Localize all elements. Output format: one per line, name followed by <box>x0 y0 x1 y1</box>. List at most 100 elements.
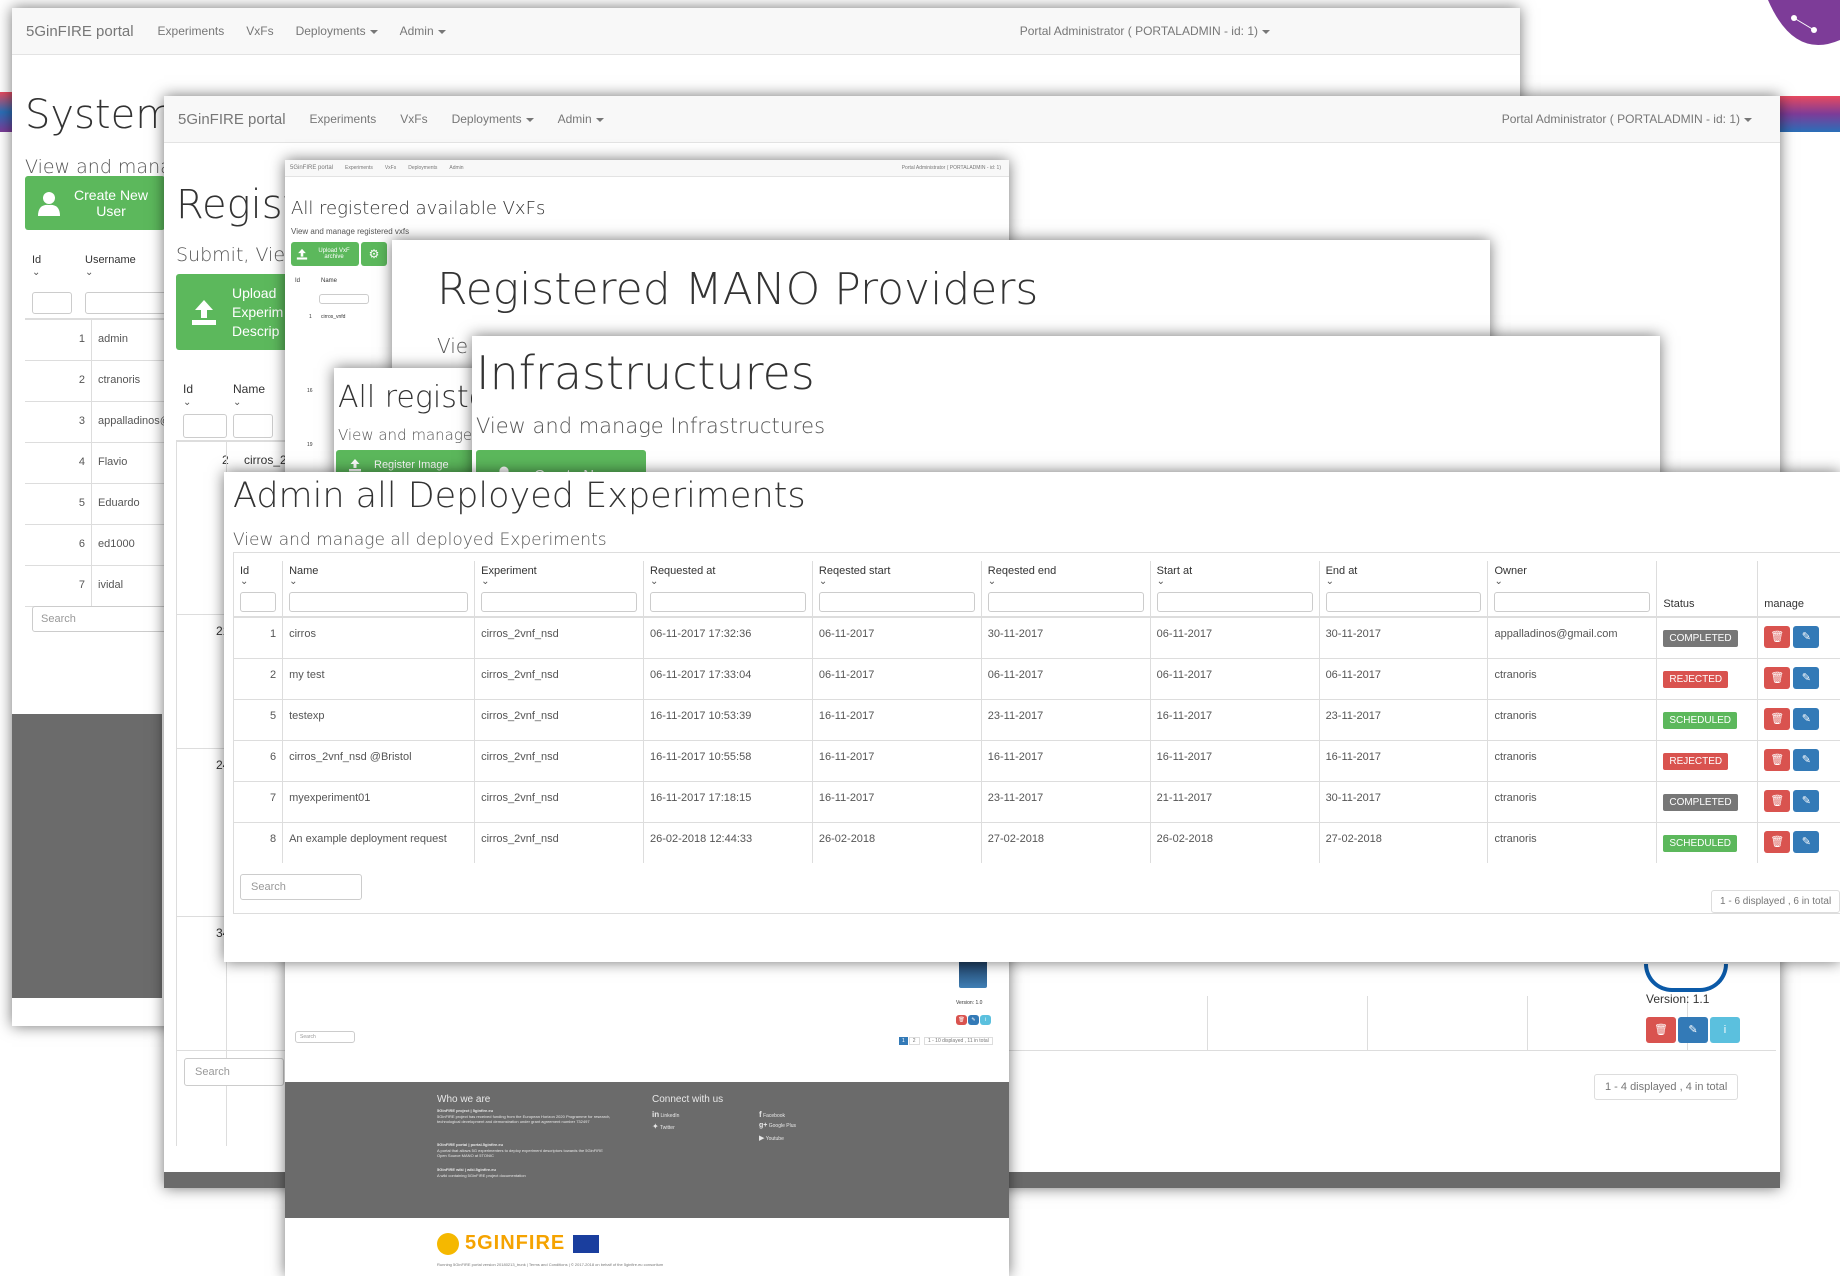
delete-button[interactable]: 🗑 <box>1764 789 1791 812</box>
filter-username-input[interactable] <box>85 292 175 314</box>
sort-chevron-icon[interactable]: ⌄ <box>1157 577 1313 587</box>
delete-button[interactable]: 🗑 <box>1764 707 1791 730</box>
table-row[interactable]: 3 appalladinos@g <box>25 402 177 443</box>
delete-button[interactable]: 🗑 <box>1646 1017 1676 1043</box>
upload-vxf-button[interactable]: Upload VxF archive <box>291 242 359 266</box>
googleplus-link[interactable]: g+ Google Plus <box>759 1122 796 1129</box>
sort-chevron-icon[interactable]: ⌄ <box>1326 577 1482 587</box>
column-filter-input[interactable] <box>987 592 1144 612</box>
sort-chevron-icon[interactable]: ⌄ <box>988 577 1144 587</box>
users-search-input[interactable]: Search <box>32 606 172 632</box>
vxf-search-input[interactable]: Search <box>295 1031 355 1043</box>
user-menu[interactable]: Portal Administrator ( PORTALADMIN - id:… <box>1020 24 1270 38</box>
table-row[interactable]: 7 ividal <box>25 566 175 607</box>
search-placeholder: Search <box>300 1034 316 1040</box>
table-row[interactable]: 1 admin <box>25 320 175 361</box>
column-filter-input[interactable] <box>1325 592 1482 612</box>
info-button[interactable]: i <box>980 1015 991 1025</box>
cell-status: REJECTED <box>1656 657 1759 699</box>
nav-admin[interactable]: Admin <box>449 165 463 171</box>
edit-button[interactable]: ✎ <box>1793 626 1820 648</box>
user-menu[interactable]: Portal Administrator ( PORTALADMIN - id:… <box>902 165 1001 171</box>
edit-button[interactable]: ✎ <box>1793 666 1820 689</box>
column-filter-input[interactable] <box>481 592 637 612</box>
column-filter-input[interactable] <box>650 592 806 612</box>
nav-experiments[interactable]: Experiments <box>345 165 373 171</box>
sort-chevron-icon[interactable]: ⌄ <box>85 268 93 278</box>
brand-link[interactable]: 5GinFIRE portal <box>178 111 286 128</box>
page-title: Regist <box>176 182 299 228</box>
page-1[interactable]: 1 <box>899 1037 908 1045</box>
sort-chevron-icon[interactable]: ⌄ <box>240 577 276 587</box>
nav-vxfs[interactable]: VxFs <box>400 112 427 126</box>
nav-admin[interactable]: Admin <box>558 112 604 126</box>
edit-button[interactable]: ✎ <box>1793 830 1820 853</box>
edit-button[interactable]: ✎ <box>1793 748 1820 771</box>
table-row[interactable]: 6 ed1000 <box>25 525 175 566</box>
column-filter-input[interactable] <box>1494 592 1651 612</box>
column-filter-input[interactable] <box>818 592 975 612</box>
nav-vxfs[interactable]: VxFs <box>246 24 273 38</box>
nav-deployments[interactable]: Deployments <box>408 165 437 171</box>
filter-id-input[interactable] <box>32 292 72 314</box>
filter-id-input[interactable] <box>183 414 227 438</box>
sort-chevron-icon[interactable]: ⌄ <box>819 577 975 587</box>
brand-link[interactable]: 5GinFIRE portal <box>26 23 134 40</box>
deployed-search-input[interactable]: Search <box>240 874 362 900</box>
delete-button[interactable]: 🗑 <box>1764 830 1791 853</box>
column-filter-input[interactable] <box>1156 592 1313 612</box>
table-row[interactable]: 2 ctranoris <box>25 361 175 402</box>
edit-button[interactable]: ✎ <box>1793 707 1820 730</box>
sort-chevron-icon[interactable]: ⌄ <box>481 577 637 587</box>
nav-admin[interactable]: Admin <box>400 24 446 38</box>
page-2[interactable]: 2 <box>908 1037 920 1045</box>
delete-button[interactable]: 🗑 <box>1764 626 1791 648</box>
create-user-button[interactable]: Create New User <box>25 176 165 230</box>
table-row[interactable]: 4 Flavio <box>25 443 175 484</box>
nav-experiments[interactable]: Experiments <box>158 24 225 38</box>
column-filter-input[interactable] <box>289 592 469 612</box>
sort-chevron-icon[interactable]: ⌄ <box>183 398 191 408</box>
delete-button[interactable]: 🗑 <box>1764 666 1791 689</box>
nav-deployments[interactable]: Deployments <box>296 24 378 38</box>
youtube-link[interactable]: ▶ Youtube <box>759 1134 784 1142</box>
edit-button[interactable]: ✎ <box>1678 1017 1708 1043</box>
version-text: Version: 1.1 <box>1646 992 1710 1006</box>
table-row[interactable]: 8 An example deployment request cirros_2vn… <box>234 821 1840 863</box>
table-row[interactable]: 2 my test cirros_2vnf_nsd 06-11-2017 17:33:… <box>234 657 1840 699</box>
column-filter-input[interactable] <box>240 592 277 612</box>
nav-vxfs[interactable]: VxFs <box>385 165 396 171</box>
experiments-search-input[interactable]: Search <box>184 1058 284 1086</box>
sort-chevron-icon[interactable]: ⌄ <box>1494 577 1650 587</box>
cell-req-end: 30-11-2017 <box>981 616 1151 658</box>
upload-experiment-button[interactable]: Upload Experim Descrip <box>176 274 296 350</box>
table-row[interactable]: 5 Eduardo <box>25 484 175 525</box>
table-row[interactable]: 6 cirros_2vnf_nsd @Bristol cirros_2vnf_nsd… <box>234 739 1840 781</box>
page-subtitle: View and manage all deployed Experiments <box>233 530 607 550</box>
filter-name-input[interactable] <box>319 294 369 304</box>
settings-button[interactable]: ⚙ <box>361 242 387 266</box>
sort-chevron-icon[interactable]: ⌄ <box>32 268 40 278</box>
twitter-link[interactable]: ✦ Twitter <box>652 1122 675 1131</box>
sort-chevron-icon[interactable]: ⌄ <box>289 577 468 587</box>
sort-chevron-icon[interactable]: ⌄ <box>650 577 806 587</box>
brand-link[interactable]: 5GinFIRE portal <box>290 165 333 171</box>
user-menu[interactable]: Portal Administrator ( PORTALADMIN - id:… <box>1502 112 1752 126</box>
filter-name-input[interactable] <box>233 414 273 438</box>
edit-button[interactable]: ✎ <box>968 1015 979 1025</box>
nav-experiments[interactable]: Experiments <box>310 112 377 126</box>
table-row[interactable]: 1 cirros cirros_2vnf_nsd 06-11-2017 17:32:3… <box>234 616 1840 658</box>
nav-deployments[interactable]: Deployments <box>452 112 534 126</box>
table-row[interactable]: 7 myexperiment01 cirros_2vnf_nsd 16-11-2017… <box>234 780 1840 822</box>
users-header: Id ⌄ Username ⌄ <box>25 246 175 320</box>
delete-button[interactable]: 🗑 <box>1764 748 1791 771</box>
delete-button[interactable]: 🗑 <box>956 1015 967 1025</box>
facebook-link[interactable]: f Facebook <box>759 1110 785 1119</box>
user-icon <box>38 192 60 216</box>
info-button[interactable]: i <box>1710 1017 1740 1043</box>
linkedin-link[interactable]: in LinkedIn <box>652 1110 679 1119</box>
cell-start-at: 26-02-2018 <box>1150 821 1320 863</box>
sort-chevron-icon[interactable]: ⌄ <box>233 398 241 408</box>
edit-button[interactable]: ✎ <box>1793 789 1820 812</box>
table-row[interactable]: 5 testexp cirros_2vnf_nsd 16-11-2017 10:53:… <box>234 698 1840 740</box>
